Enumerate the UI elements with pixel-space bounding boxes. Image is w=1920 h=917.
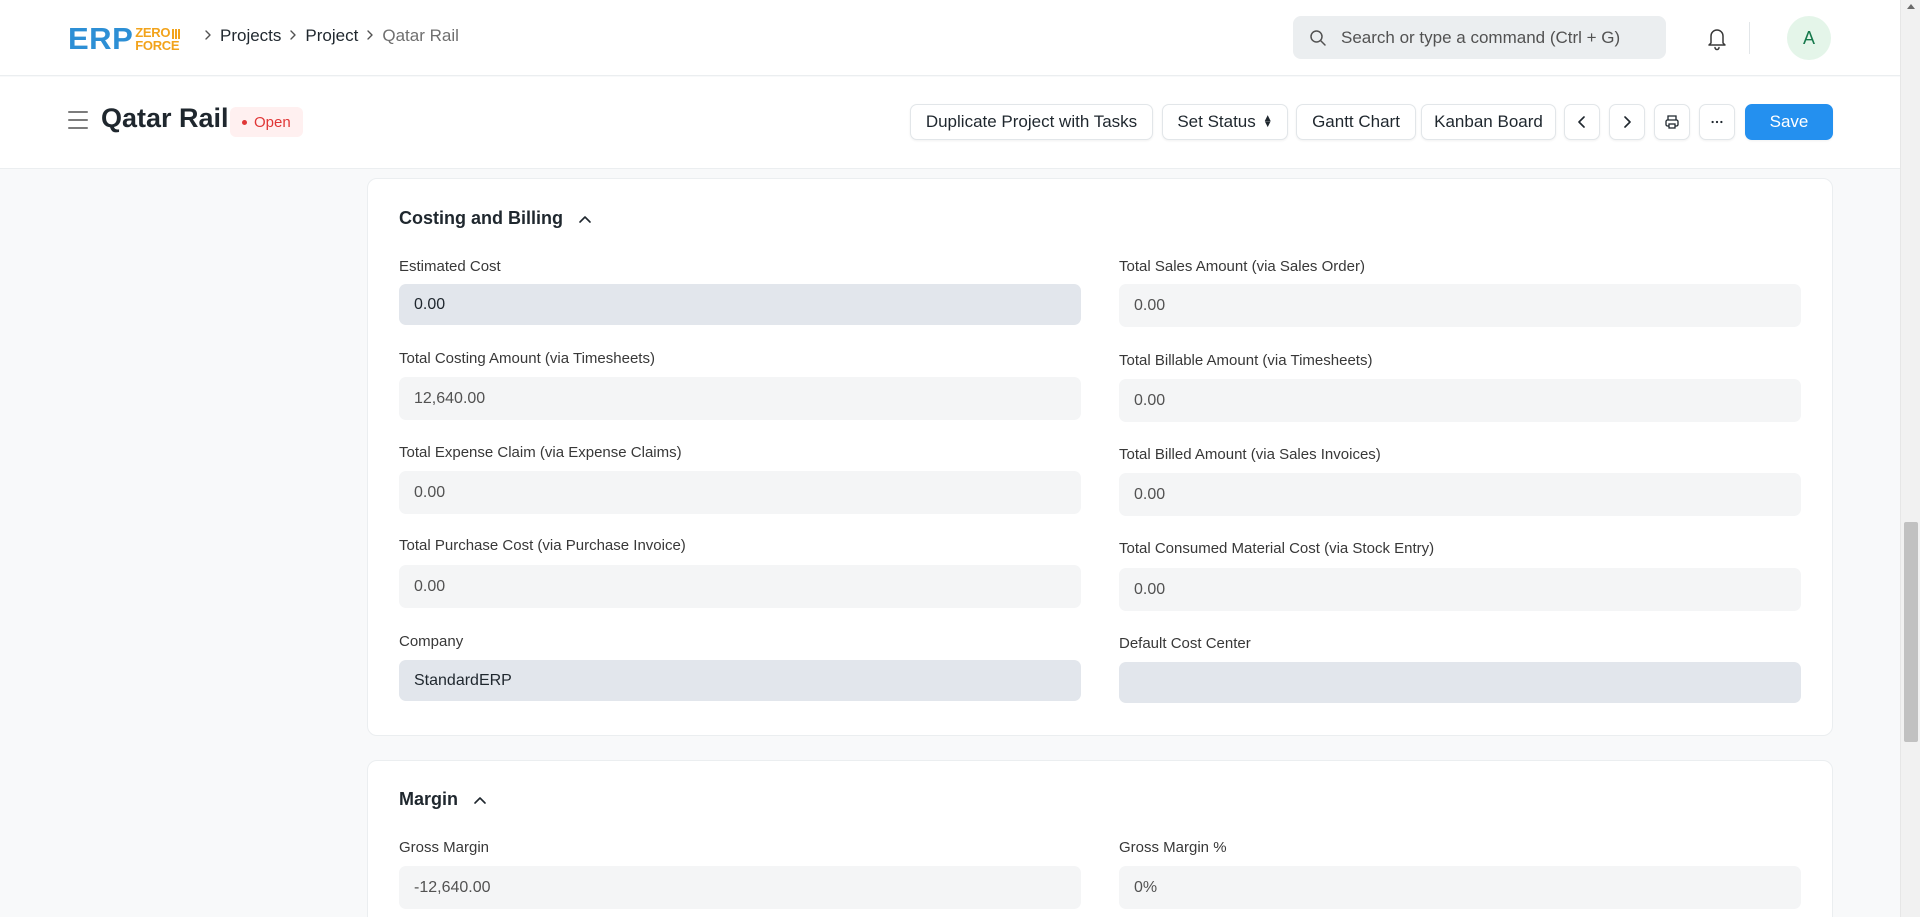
navbar: ERP ZERO FORCE Projects Project Qatar Ra… — [0, 0, 1900, 76]
costing-billing-section: Costing and Billing Estimated Cost 0.00 … — [367, 178, 1833, 736]
total-costing-amount-field: 12,640.00 — [399, 377, 1081, 420]
print-button[interactable] — [1654, 104, 1690, 140]
kanban-board-button[interactable]: Kanban Board — [1421, 104, 1556, 140]
previous-record-button[interactable] — [1564, 104, 1600, 140]
gross-margin-percent-field: 0% — [1119, 866, 1801, 909]
page-title: Qatar Rail — [101, 103, 229, 133]
set-status-label: Set Status — [1177, 112, 1256, 131]
page-scrollbar[interactable] — [1900, 0, 1920, 917]
duplicate-project-button[interactable]: Duplicate Project with Tasks — [910, 104, 1153, 140]
hamburger-icon[interactable] — [68, 111, 88, 129]
chevron-right-icon — [196, 26, 220, 46]
search-icon — [1310, 29, 1326, 46]
chevron-left-icon — [1578, 116, 1585, 128]
total-purchase-cost-field: 0.00 — [399, 565, 1081, 608]
app-logo[interactable]: ERP ZERO FORCE — [68, 21, 181, 56]
default-cost-center-label: Default Cost Center — [1119, 635, 1251, 652]
total-billed-amount-field: 0.00 — [1119, 473, 1801, 516]
gross-margin-label: Gross Margin — [399, 839, 490, 856]
status-text: Open — [254, 113, 291, 131]
chevron-right-icon — [1624, 116, 1631, 128]
printer-icon — [1665, 115, 1679, 129]
total-consumed-material-cost-label: Total Consumed Material Cost (via Stock … — [1119, 540, 1435, 557]
select-arrows-icon: ▲ ▼ — [1262, 113, 1273, 130]
more-actions-button[interactable] — [1699, 104, 1735, 140]
default-cost-center-input[interactable] — [1119, 662, 1801, 703]
status-badge: Open — [230, 107, 303, 137]
scrollbar-thumb[interactable] — [1904, 522, 1918, 742]
search-placeholder: Search or type a command (Ctrl + G) — [1341, 27, 1621, 47]
logo-sub: ZERO FORCE — [135, 26, 181, 53]
avatar[interactable]: A — [1787, 16, 1831, 60]
logo-main: ERP — [68, 21, 134, 56]
scroll-up-arrow-icon[interactable] — [1907, 4, 1915, 9]
total-consumed-material-cost-field: 0.00 — [1119, 568, 1801, 611]
total-expense-claim-label: Total Expense Claim (via Expense Claims) — [399, 444, 682, 461]
total-billable-amount-field: 0.00 — [1119, 379, 1801, 422]
breadcrumb-project[interactable]: Project — [305, 26, 358, 46]
chevron-right-icon — [358, 26, 382, 46]
company-input[interactable]: StandardERP — [399, 660, 1081, 701]
section-title-costing: Costing and Billing — [399, 208, 563, 228]
next-record-button[interactable] — [1609, 104, 1645, 140]
gross-margin-field: -12,640.00 — [399, 866, 1081, 909]
page-head: Qatar Rail Open Duplicate Project with T… — [0, 77, 1900, 169]
total-billed-amount-label: Total Billed Amount (via Sales Invoices) — [1119, 446, 1381, 463]
logo-sub-bottom: FORCE — [135, 38, 180, 53]
section-header-costing[interactable]: Costing and Billing — [399, 208, 593, 229]
breadcrumb: Projects Project Qatar Rail — [196, 26, 459, 46]
total-costing-amount-label: Total Costing Amount (via Timesheets) — [399, 350, 655, 367]
breadcrumb-projects[interactable]: Projects — [220, 26, 281, 46]
section-header-margin[interactable]: Margin — [399, 789, 488, 810]
total-sales-amount-field: 0.00 — [1119, 284, 1801, 327]
chevron-up-icon — [474, 796, 486, 804]
estimated-cost-label: Estimated Cost — [399, 258, 501, 275]
set-status-button[interactable]: Set Status ▲ ▼ — [1162, 104, 1288, 140]
search-input[interactable]: Search or type a command (Ctrl + G) — [1293, 16, 1666, 59]
total-expense-claim-field: 0.00 — [399, 471, 1081, 514]
total-purchase-cost-label: Total Purchase Cost (via Purchase Invoic… — [399, 537, 686, 554]
estimated-cost-input[interactable]: 0.00 — [399, 284, 1081, 325]
chevron-right-icon — [281, 26, 305, 46]
section-title-margin: Margin — [399, 789, 459, 809]
company-label: Company — [399, 633, 464, 650]
margin-section: Margin Gross Margin -12,640.00 Gross Mar… — [367, 760, 1833, 917]
total-sales-amount-label: Total Sales Amount (via Sales Order) — [1119, 258, 1365, 275]
status-dot-icon — [242, 119, 247, 125]
gross-margin-percent-label: Gross Margin % — [1119, 839, 1227, 856]
navbar-divider — [1749, 22, 1750, 54]
save-button[interactable]: Save — [1745, 104, 1833, 140]
bell-icon[interactable] — [1705, 25, 1729, 51]
breadcrumb-current[interactable]: Qatar Rail — [382, 26, 459, 46]
more-horizontal-icon — [1711, 120, 1723, 124]
chevron-up-icon — [579, 215, 591, 223]
gantt-chart-button[interactable]: Gantt Chart — [1296, 104, 1416, 140]
total-billable-amount-label: Total Billable Amount (via Timesheets) — [1119, 352, 1373, 369]
